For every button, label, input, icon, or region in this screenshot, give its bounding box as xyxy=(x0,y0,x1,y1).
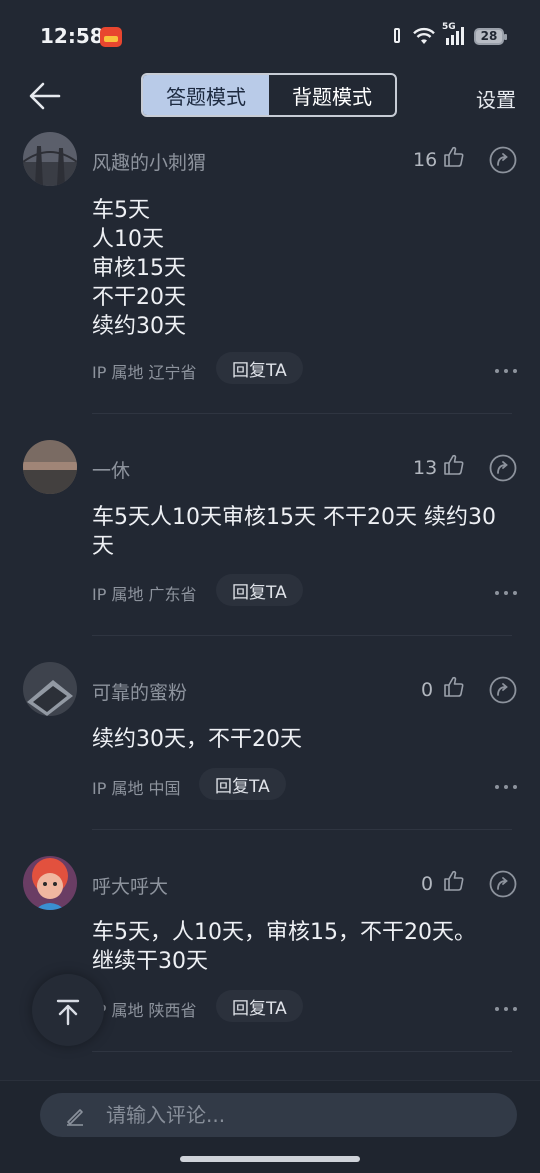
comment-input-box[interactable] xyxy=(40,1093,517,1137)
comment-line: 天 xyxy=(92,534,115,559)
share-icon[interactable] xyxy=(489,676,517,704)
network-type-label: 5G xyxy=(442,22,456,32)
ip-location: IP 属地 陕西省 xyxy=(92,1001,197,1020)
battery-icon: 28 xyxy=(474,27,507,45)
tab-answer-mode[interactable]: 答题模式 xyxy=(143,75,269,115)
status-time: 12:58 xyxy=(40,24,104,48)
username[interactable]: 呼大呼大 xyxy=(92,872,168,899)
arrow-up-icon xyxy=(56,999,80,1026)
more-options-icon[interactable] xyxy=(494,589,518,597)
divider xyxy=(92,1051,512,1052)
like-count: 0 xyxy=(421,873,434,895)
vibrate-icon xyxy=(390,27,404,45)
username[interactable]: 风趣的小刺猬 xyxy=(92,148,206,175)
reply-button[interactable]: 回复TA xyxy=(216,990,303,1022)
cellular-signal-icon: 5G xyxy=(442,22,466,46)
settings-button[interactable]: 设置 xyxy=(476,84,516,113)
avatar[interactable] xyxy=(23,440,77,494)
avatar[interactable] xyxy=(23,132,77,186)
comment-line: 审核15天 xyxy=(92,256,186,281)
status-bar: 12:58 5G 28 xyxy=(0,0,540,72)
comment-text: 续约30天，不干20天 xyxy=(92,725,522,754)
comment-line: 车5天，人10天，审核15，不干20天。 xyxy=(92,920,476,945)
share-icon[interactable] xyxy=(489,146,517,174)
comment-line: 续约30天，不干20天 xyxy=(92,727,302,752)
more-options-icon[interactable] xyxy=(494,1005,518,1013)
status-icons: 5G 28 xyxy=(390,22,507,46)
wifi-icon xyxy=(413,27,435,44)
reply-button[interactable]: 回复TA xyxy=(216,574,303,606)
share-icon[interactable] xyxy=(489,454,517,482)
comment-line: 车5天 xyxy=(92,198,150,223)
username[interactable]: 一休 xyxy=(92,456,130,483)
scroll-to-top-button[interactable] xyxy=(32,974,104,1046)
comment-line: 人10天 xyxy=(92,227,164,252)
thumbs-up-icon[interactable] xyxy=(442,869,466,893)
reply-button[interactable]: 回复TA xyxy=(199,768,286,800)
mode-toggle: 答题模式 背题模式 xyxy=(141,73,397,117)
divider xyxy=(92,413,512,414)
reply-button[interactable]: 回复TA xyxy=(216,352,303,384)
more-options-icon[interactable] xyxy=(494,783,518,791)
thumbs-up-icon[interactable] xyxy=(442,453,466,477)
thumbs-up-icon[interactable] xyxy=(442,675,466,699)
comment-text: 车5天人10天审核15天 不干20天 续约30 天 xyxy=(92,503,522,561)
comment-line: 继续干30天 xyxy=(92,949,208,974)
like-count: 16 xyxy=(413,149,438,171)
tab-memorize-mode[interactable]: 背题模式 xyxy=(269,75,395,115)
username[interactable]: 可靠的蜜粉 xyxy=(92,678,187,705)
ip-location: IP 属地 辽宁省 xyxy=(92,363,197,382)
more-options-icon[interactable] xyxy=(494,367,518,375)
like-count: 0 xyxy=(421,679,434,701)
comment-text: 车5天，人10天，审核15，不干20天。 继续干30天 xyxy=(92,918,522,976)
comment-line: 续约30天 xyxy=(92,314,186,339)
like-count: 13 xyxy=(413,457,438,479)
avatar[interactable] xyxy=(23,856,77,910)
ip-location: IP 属地 广东省 xyxy=(92,585,197,604)
comment-input[interactable] xyxy=(104,1102,488,1128)
thumbs-up-icon[interactable] xyxy=(442,145,466,169)
home-indicator[interactable] xyxy=(180,1156,360,1162)
comment-line: 车5天人10天审核15天 不干20天 续约30 xyxy=(92,505,496,530)
pen-icon xyxy=(67,1109,83,1126)
battery-level: 28 xyxy=(480,28,498,43)
comment-text: 车5天 人10天 审核15天 不干20天 续约30天 xyxy=(92,196,522,341)
ip-location: IP 属地 中国 xyxy=(92,779,181,798)
divider xyxy=(92,635,512,636)
share-icon[interactable] xyxy=(489,870,517,898)
app-notification-icon xyxy=(100,27,122,47)
divider xyxy=(92,829,512,830)
back-arrow-icon[interactable] xyxy=(28,80,62,112)
avatar[interactable] xyxy=(23,662,77,716)
comment-line: 不干20天 xyxy=(92,285,186,310)
